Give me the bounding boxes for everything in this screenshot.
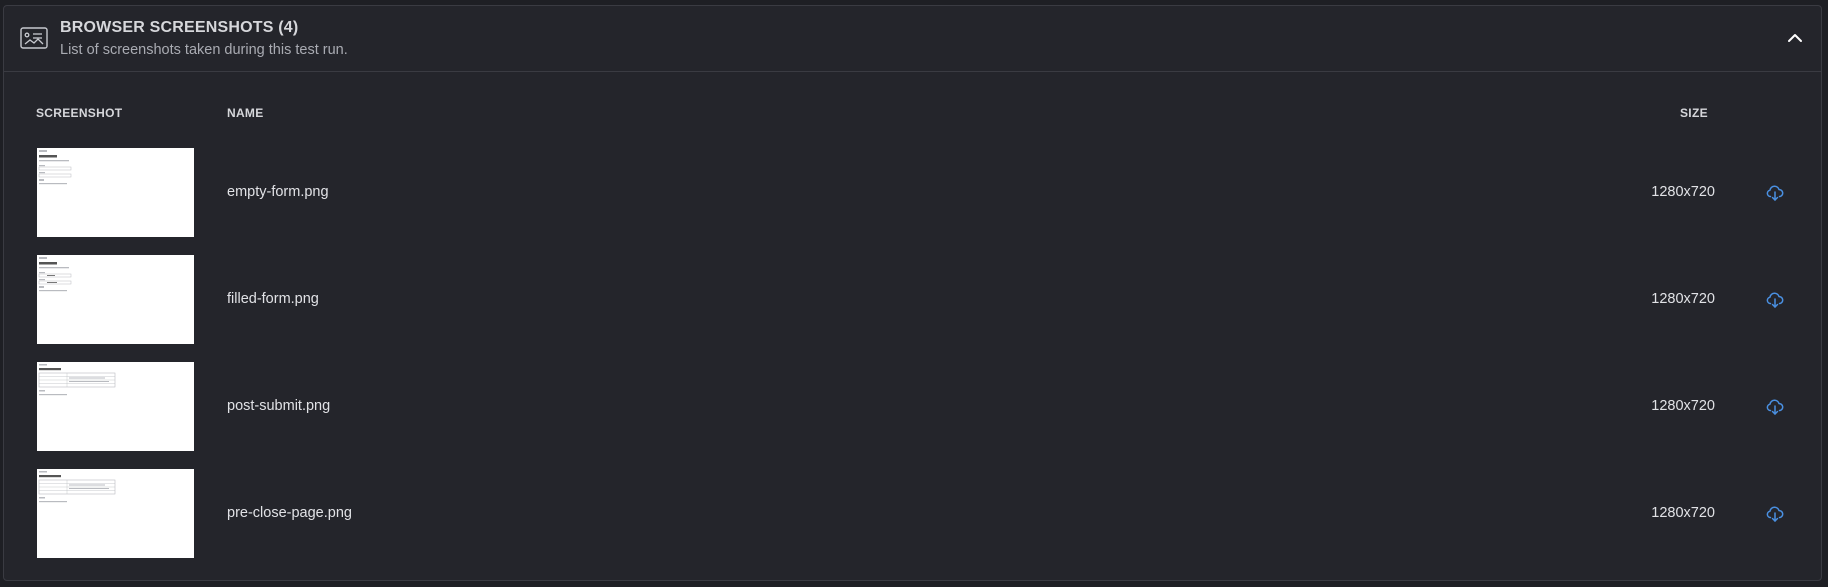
table-row: filled-form.png 1280x720 [4, 255, 1821, 362]
screenshot-size: 1280x720 [1651, 398, 1715, 414]
screenshot-thumbnail[interactable] [37, 469, 194, 558]
column-header-screenshot: SCREENSHOT [36, 106, 123, 120]
chevron-up-icon[interactable] [1785, 30, 1805, 46]
panel-title: BROWSER SCREENSHOTS (4) [60, 19, 299, 36]
screenshot-size: 1280x720 [1651, 505, 1715, 521]
cloud-download-icon[interactable] [1766, 291, 1784, 309]
screenshot-name: pre-close-page.png [227, 505, 352, 521]
column-header-name: NAME [227, 106, 264, 120]
panel-subtitle: List of screenshots taken during this te… [60, 42, 348, 58]
screenshot-name: post-submit.png [227, 398, 331, 414]
cloud-download-icon[interactable] [1766, 505, 1784, 523]
image-card-icon [20, 27, 48, 49]
screenshot-thumbnail[interactable] [37, 148, 194, 237]
cloud-download-icon[interactable] [1766, 184, 1784, 202]
screenshot-name: empty-form.png [227, 184, 329, 200]
table-row: post-submit.png 1280x720 [4, 362, 1821, 469]
panel-header[interactable]: BROWSER SCREENSHOTS (4) List of screensh… [4, 6, 1821, 72]
column-header-size: SIZE [1680, 106, 1708, 120]
table-row: empty-form.png 1280x720 [4, 148, 1821, 255]
cloud-download-icon[interactable] [1766, 398, 1784, 416]
screenshot-thumbnail[interactable] [37, 255, 194, 344]
screenshot-size: 1280x720 [1651, 291, 1715, 307]
screenshot-thumbnail[interactable] [37, 362, 194, 451]
screenshot-size: 1280x720 [1651, 184, 1715, 200]
table-row: pre-close-page.png 1280x720 [4, 469, 1821, 576]
screenshots-panel: BROWSER SCREENSHOTS (4) List of screensh… [3, 5, 1822, 581]
screenshot-name: filled-form.png [227, 291, 319, 307]
